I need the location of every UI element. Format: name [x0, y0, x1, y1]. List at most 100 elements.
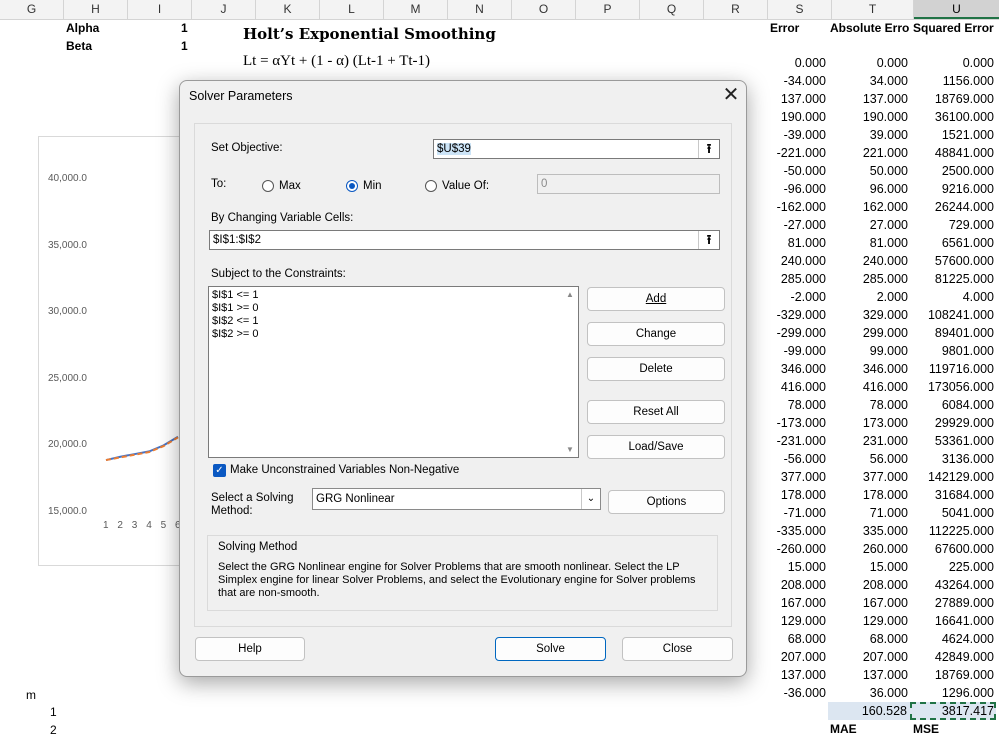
- table-cell-error[interactable]: -96.000: [743, 182, 826, 196]
- table-cell-sq[interactable]: 0.000: [910, 56, 994, 70]
- help-button[interactable]: Help: [195, 637, 305, 661]
- table-cell-error[interactable]: -56.000: [743, 452, 826, 466]
- column-header-o[interactable]: O: [512, 0, 576, 19]
- table-cell-sq[interactable]: 81225.000: [910, 272, 994, 286]
- table-cell-sq[interactable]: 27889.000: [910, 596, 994, 610]
- table-cell-error[interactable]: 0.000: [743, 56, 826, 70]
- table-cell-error[interactable]: 81.000: [743, 236, 826, 250]
- table-cell-sq[interactable]: 4624.000: [910, 632, 994, 646]
- table-cell-abs[interactable]: 285.000: [828, 272, 908, 286]
- table-cell-sq[interactable]: 6084.000: [910, 398, 994, 412]
- table-cell-sq[interactable]: 112225.000: [910, 524, 994, 538]
- column-header-s[interactable]: S: [768, 0, 832, 19]
- table-cell-sq[interactable]: 18769.000: [910, 668, 994, 682]
- table-cell-sq[interactable]: 16641.000: [910, 614, 994, 628]
- table-cell-abs[interactable]: 173.000: [828, 416, 908, 430]
- table-cell-abs[interactable]: 129.000: [828, 614, 908, 628]
- table-cell-abs[interactable]: 335.000: [828, 524, 908, 538]
- table-cell-sq[interactable]: 5041.000: [910, 506, 994, 520]
- table-cell-abs[interactable]: 416.000: [828, 380, 908, 394]
- table-cell-error[interactable]: -50.000: [743, 164, 826, 178]
- table-cell-error[interactable]: -221.000: [743, 146, 826, 160]
- table-cell-abs[interactable]: 329.000: [828, 308, 908, 322]
- table-cell-error[interactable]: 78.000: [743, 398, 826, 412]
- column-header-p[interactable]: P: [576, 0, 640, 19]
- table-cell-abs[interactable]: 0.000: [828, 56, 908, 70]
- table-cell-sq[interactable]: 3136.000: [910, 452, 994, 466]
- table-cell-error[interactable]: -329.000: [743, 308, 826, 322]
- table-cell-error[interactable]: -36.000: [743, 686, 826, 700]
- table-cell-abs[interactable]: 346.000: [828, 362, 908, 376]
- min-radio[interactable]: [346, 180, 358, 192]
- column-header-q[interactable]: Q: [640, 0, 704, 19]
- table-cell-sq[interactable]: 729.000: [910, 218, 994, 232]
- value-of-input[interactable]: 0: [537, 174, 720, 194]
- column-header-l[interactable]: L: [320, 0, 384, 19]
- table-cell-abs[interactable]: 78.000: [828, 398, 908, 412]
- table-cell-abs[interactable]: 240.000: [828, 254, 908, 268]
- table-cell-abs[interactable]: 56.000: [828, 452, 908, 466]
- table-cell-sq[interactable]: 142129.000: [910, 470, 994, 484]
- table-cell-error[interactable]: 346.000: [743, 362, 826, 376]
- table-cell-abs[interactable]: 190.000: [828, 110, 908, 124]
- scroll-up-icon[interactable]: ▲: [566, 290, 574, 299]
- table-cell-error[interactable]: 167.000: [743, 596, 826, 610]
- beta-value[interactable]: 1: [181, 39, 188, 53]
- table-cell-error[interactable]: 178.000: [743, 488, 826, 502]
- nonnegative-checkbox[interactable]: ✓: [213, 464, 226, 477]
- table-cell-sq[interactable]: 89401.000: [910, 326, 994, 340]
- table-cell-sq[interactable]: 57600.000: [910, 254, 994, 268]
- table-cell-abs[interactable]: 231.000: [828, 434, 908, 448]
- table-cell-sq[interactable]: 2500.000: [910, 164, 994, 178]
- table-cell-sq[interactable]: 173056.000: [910, 380, 994, 394]
- table-cell-sq[interactable]: 67600.000: [910, 542, 994, 556]
- column-header-h[interactable]: H: [64, 0, 128, 19]
- table-cell-error[interactable]: -71.000: [743, 506, 826, 520]
- table-cell-abs[interactable]: 50.000: [828, 164, 908, 178]
- chevron-down-icon[interactable]: ⌄: [581, 489, 600, 509]
- table-cell-abs[interactable]: 71.000: [828, 506, 908, 520]
- table-cell-abs[interactable]: 207.000: [828, 650, 908, 664]
- column-header-g[interactable]: G: [0, 0, 64, 19]
- table-cell-error[interactable]: -299.000: [743, 326, 826, 340]
- table-cell-sq[interactable]: 53361.000: [910, 434, 994, 448]
- table-cell-sq[interactable]: 9801.000: [910, 344, 994, 358]
- table-cell-error[interactable]: 15.000: [743, 560, 826, 574]
- table-cell-error[interactable]: 207.000: [743, 650, 826, 664]
- table-cell-error[interactable]: -99.000: [743, 344, 826, 358]
- table-cell-error[interactable]: 190.000: [743, 110, 826, 124]
- solve-button[interactable]: Solve: [495, 637, 606, 661]
- table-cell-error[interactable]: 68.000: [743, 632, 826, 646]
- table-cell-abs[interactable]: 68.000: [828, 632, 908, 646]
- table-cell-error[interactable]: -231.000: [743, 434, 826, 448]
- table-cell-sq[interactable]: 1156.000: [910, 74, 994, 88]
- table-cell-sq[interactable]: 36100.000: [910, 110, 994, 124]
- scroll-down-icon[interactable]: ▼: [566, 445, 574, 454]
- constraint-item[interactable]: $I$2 >= 0: [212, 328, 259, 340]
- table-cell-abs[interactable]: 377.000: [828, 470, 908, 484]
- column-header-i[interactable]: I: [128, 0, 192, 19]
- table-cell-sq[interactable]: 119716.000: [910, 362, 994, 376]
- delete-button[interactable]: Delete: [587, 357, 725, 381]
- column-header-n[interactable]: N: [448, 0, 512, 19]
- table-cell-error[interactable]: 208.000: [743, 578, 826, 592]
- collapse-arrow-icon[interactable]: ⭱: [698, 231, 719, 249]
- solving-method-select[interactable]: GRG Nonlinear ⌄: [312, 488, 601, 510]
- options-button[interactable]: Options: [608, 490, 725, 514]
- table-cell-abs[interactable]: 260.000: [828, 542, 908, 556]
- constraints-list[interactable]: $I$1 <= 1 $I$1 >= 0 $I$2 <= 1 $I$2 >= 0 ▲ ▼: [208, 286, 579, 458]
- table-cell-error[interactable]: -162.000: [743, 200, 826, 214]
- table-cell-sq[interactable]: 1521.000: [910, 128, 994, 142]
- value-of-radio[interactable]: [425, 180, 437, 192]
- table-cell-abs[interactable]: 137.000: [828, 668, 908, 682]
- table-cell-sq[interactable]: 26244.000: [910, 200, 994, 214]
- table-cell-sq[interactable]: 225.000: [910, 560, 994, 574]
- table-cell-abs[interactable]: 299.000: [828, 326, 908, 340]
- table-cell-abs[interactable]: 208.000: [828, 578, 908, 592]
- table-cell-abs[interactable]: 96.000: [828, 182, 908, 196]
- column-header-k[interactable]: K: [256, 0, 320, 19]
- column-header-u[interactable]: U: [914, 0, 999, 19]
- table-cell-sq[interactable]: 1296.000: [910, 686, 994, 700]
- column-header-r[interactable]: R: [704, 0, 768, 19]
- close-icon[interactable]: ✕: [720, 85, 742, 106]
